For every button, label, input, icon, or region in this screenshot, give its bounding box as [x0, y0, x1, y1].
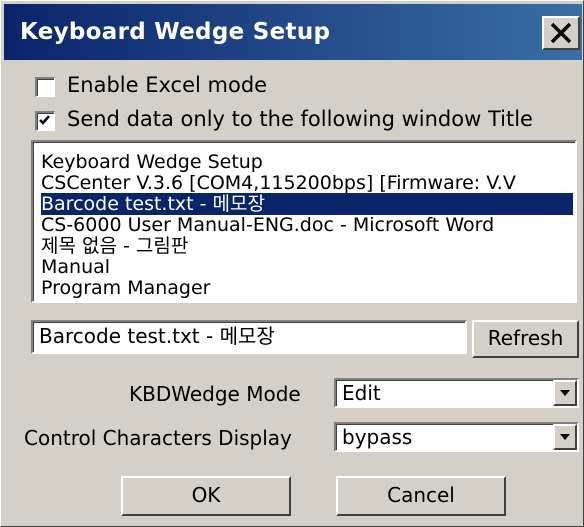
- dialog-window: Keyboard Wedge Setup Enable Excel mode S…: [0, 0, 584, 527]
- excel-mode-label: Enable Excel mode: [67, 73, 268, 97]
- send-only-label: Send data only to the following window T…: [67, 107, 533, 131]
- ok-button[interactable]: OK: [121, 476, 291, 516]
- refresh-button[interactable]: Refresh: [472, 320, 579, 358]
- list-item[interactable]: 제목 없음 - 그림판: [41, 235, 573, 257]
- close-button[interactable]: [542, 16, 580, 50]
- list-item[interactable]: Keyboard Wedge Setup: [41, 151, 573, 173]
- control-chars-value: bypass: [342, 425, 413, 449]
- list-item[interactable]: CSCenter V.3.6 [COM4,115200bps] [Firmwar…: [41, 172, 573, 194]
- checkmark-icon: [39, 115, 50, 125]
- chevron-down-icon: [560, 434, 570, 440]
- control-chars-select[interactable]: bypass: [334, 422, 579, 452]
- window-title-input[interactable]: Barcode test.txt - 메모장: [31, 320, 467, 354]
- title-bar[interactable]: Keyboard Wedge Setup: [4, 4, 582, 60]
- list-item[interactable]: Manual: [41, 256, 573, 278]
- excel-mode-checkbox[interactable]: [35, 77, 55, 97]
- cancel-button[interactable]: Cancel: [336, 476, 506, 516]
- control-chars-label: Control Characters Display: [24, 426, 292, 450]
- kbd-mode-dropdown-button[interactable]: [553, 380, 577, 406]
- list-item[interactable]: CS-6000 User Manual-ENG.doc - Microsoft …: [41, 214, 573, 236]
- chevron-down-icon: [560, 390, 570, 396]
- window-title: Keyboard Wedge Setup: [20, 19, 331, 45]
- kbd-mode-value: Edit: [342, 381, 381, 405]
- kbd-mode-label: KBDWedge Mode: [129, 382, 301, 406]
- list-item[interactable]: Program Manager: [41, 277, 573, 299]
- kbd-mode-select[interactable]: Edit: [334, 378, 579, 408]
- close-icon: [550, 22, 572, 44]
- list-item-selected[interactable]: Barcode test.txt - 메모장: [41, 193, 573, 215]
- send-only-checkbox[interactable]: [35, 111, 55, 131]
- control-chars-dropdown-button[interactable]: [553, 424, 577, 450]
- window-title-list[interactable]: Keyboard Wedge Setup CSCenter V.3.6 [COM…: [31, 140, 577, 303]
